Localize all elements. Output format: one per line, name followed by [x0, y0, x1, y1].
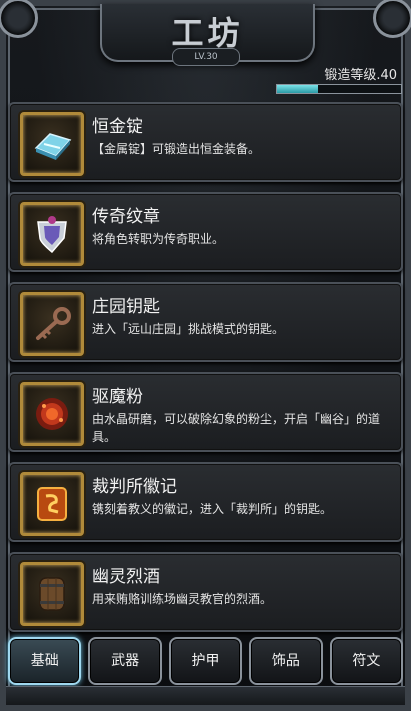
tab-armor[interactable]: 护甲: [168, 637, 243, 685]
list-item[interactable]: 庄园钥匙 进入「远山庄园」挑战模式的钥匙。: [8, 282, 403, 362]
frame-ornament-icon: [373, 0, 411, 38]
item-description: 由水晶研磨，可以破除幻象的粉尘，开启「幽谷」的道具。: [92, 412, 381, 444]
item-description: 进入「远山庄园」挑战模式的钥匙。: [92, 322, 285, 336]
item-description: 用来贿赂训练场幽灵教官的烈酒。: [92, 592, 273, 606]
forge-progress-bar: [276, 84, 402, 94]
ghost-spirits-barrel-icon: [39, 577, 65, 611]
item-icon-frame: [20, 562, 84, 626]
list-item[interactable]: 传奇纹章 将角色转职为传奇职业。: [8, 192, 403, 272]
tribunal-emblem-icon: [37, 487, 67, 521]
item-description: 镌刻着教义的徽记，进入「裁判所」的钥匙。: [92, 502, 333, 516]
tab-accessories[interactable]: 饰品: [249, 637, 323, 685]
list-item[interactable]: 裁判所徽记 镌刻着教义的徽记，进入「裁判所」的钥匙。: [8, 462, 403, 542]
item-icon-frame: [20, 382, 84, 446]
item-name: 恒金锭: [92, 117, 143, 137]
item-name: 庄园钥匙: [92, 297, 160, 317]
category-tabs: 基础 武器 护甲 饰品 符文: [8, 637, 404, 687]
item-name: 幽灵烈酒: [92, 567, 160, 587]
forge-progress-fill: [277, 85, 318, 93]
item-name: 裁判所徽记: [92, 477, 177, 497]
item-icon-frame: [20, 292, 84, 356]
forge-level-label: 锻造等级.40: [324, 68, 397, 83]
exorcism-powder-icon: [36, 398, 68, 430]
item-description: 【金属锭】可锻造出恒金装备。: [92, 142, 261, 156]
item-list: 恒金锭 【金属锭】可锻造出恒金装备。 传奇纹章 将角色转职为传奇职业。 庄园钥匙…: [8, 102, 403, 642]
tab-runes[interactable]: 符文: [329, 637, 404, 685]
manor-key-icon: [36, 307, 71, 340]
list-item[interactable]: 驱魔粉 由水晶研磨，可以破除幻象的粉尘，开启「幽谷」的道具。: [8, 372, 403, 452]
metal-ingot-icon: [34, 133, 72, 160]
list-item[interactable]: 幽灵烈酒 用来贿赂训练场幽灵教官的烈酒。: [8, 552, 403, 632]
tab-weapons[interactable]: 武器: [88, 637, 162, 685]
tab-basic[interactable]: 基础: [8, 637, 82, 685]
item-icon-frame: [20, 112, 84, 176]
frame-ornament-icon: [0, 0, 38, 38]
legendary-crest-icon: [37, 216, 67, 254]
item-icon-frame: [20, 202, 84, 266]
bottom-frame-bar: [6, 686, 405, 705]
item-description: 将角色转职为传奇职业。: [92, 232, 225, 246]
item-icon-frame: [20, 472, 84, 536]
item-name: 传奇纹章: [92, 207, 160, 227]
item-name: 驱魔粉: [92, 387, 143, 407]
level-badge: LV.30: [172, 48, 240, 66]
list-item[interactable]: 恒金锭 【金属锭】可锻造出恒金装备。: [8, 102, 403, 182]
